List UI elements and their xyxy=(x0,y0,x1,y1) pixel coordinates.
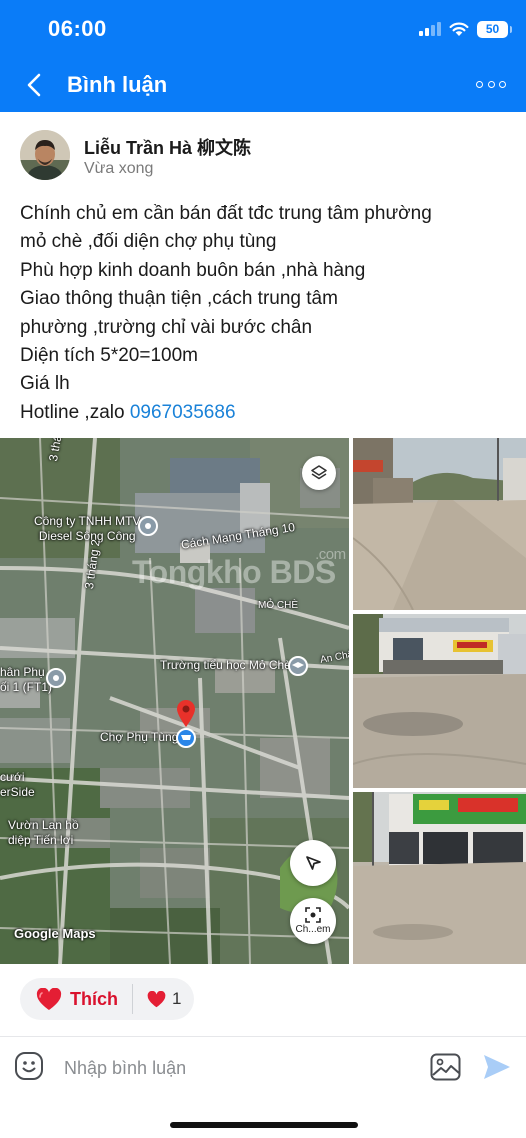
divider xyxy=(0,1036,526,1037)
post-line: Giao thông thuận tiện ,cách trung tâm xyxy=(20,288,338,310)
hotline-label: Hotline ,zalo xyxy=(20,401,130,423)
post-time: Vừa xong xyxy=(84,160,154,177)
reaction-bar: Thích 1 xyxy=(20,978,194,1020)
map-scan-label: Ch...em xyxy=(295,924,331,935)
app-header: 06:00 50 Bình luận xyxy=(0,0,526,112)
reaction-count[interactable]: 1 xyxy=(133,989,181,1009)
post-line: Phù hợp kinh doanh buôn bán ,nhà hàng xyxy=(20,259,366,281)
comment-input[interactable] xyxy=(64,1054,404,1082)
image-icon[interactable] xyxy=(430,1053,461,1081)
house-photo-image xyxy=(353,614,526,788)
heart-icon xyxy=(36,987,62,1010)
author-name[interactable]: Liễu Trần Hà 柳文陈 xyxy=(84,134,251,160)
post-content: Chính chủ em cần bán đất tđc trung tâm p… xyxy=(20,200,516,427)
map-label-school: Trường tiểu học Mỏ Chè xyxy=(160,658,291,672)
map-label-company: Công ty TNHH MTV Diesel Sông Công xyxy=(34,514,141,543)
reaction-count-value: 1 xyxy=(172,989,182,1008)
like-button[interactable]: Thích xyxy=(20,978,132,1020)
map-label-place: Vườn Lan hồ diệp Tiến lợi xyxy=(8,818,79,847)
map-label-market: Chợ Phụ Tùng xyxy=(100,730,179,744)
map-label-place: cưới erSide xyxy=(0,770,35,799)
house-photo[interactable] xyxy=(353,614,526,788)
status-icons: 50 xyxy=(419,19,512,39)
status-time: 06:00 xyxy=(48,16,107,41)
like-label: Thích xyxy=(70,988,118,1009)
layers-icon[interactable] xyxy=(302,456,336,490)
map-scan-button[interactable]: Ch...em xyxy=(290,898,336,944)
map-pin-place-icon xyxy=(46,668,66,688)
emoji-icon[interactable] xyxy=(14,1051,44,1081)
signal-icon xyxy=(419,22,441,36)
watermark-text: Tongkho BDS .com xyxy=(132,546,346,590)
street-photo-image xyxy=(353,438,526,610)
home-indicator xyxy=(170,1122,358,1128)
scan-icon xyxy=(305,907,321,923)
avatar[interactable] xyxy=(20,130,70,180)
location-pin-icon xyxy=(177,700,195,727)
send-icon[interactable] xyxy=(482,1053,512,1081)
phone-link[interactable]: 0967035686 xyxy=(130,402,236,423)
shop-photo-image xyxy=(353,792,526,964)
more-dots-icon[interactable] xyxy=(476,78,506,90)
photo-grid: 3 tháng 2 Công ty TNHH MTV Diesel Sông C… xyxy=(0,438,526,964)
google-maps-logo: Google Maps xyxy=(14,926,96,941)
map-label-place: hân Phụ ối 1 (FT1) xyxy=(0,665,53,694)
battery-icon: 50 xyxy=(477,20,512,38)
street-photo[interactable] xyxy=(353,438,526,610)
school-pin-icon xyxy=(288,656,308,676)
wifi-icon xyxy=(449,22,469,36)
heart-icon xyxy=(147,990,166,1007)
page-title: Bình luận xyxy=(67,72,168,97)
post-line: Giá lh xyxy=(20,373,70,395)
post-line: Chính chủ em cần bán đất tđc trung tâm p… xyxy=(20,203,432,224)
shop-photo[interactable] xyxy=(353,792,526,964)
navigation-arrow-icon[interactable] xyxy=(290,840,336,886)
chevron-left-icon[interactable] xyxy=(24,72,46,98)
map-pin-company-icon xyxy=(138,516,158,536)
post-line: Diện tích 5*20=100m xyxy=(20,345,198,367)
hotline-line: Hotline ,zalo 0967035686 xyxy=(20,399,516,427)
map-label-area: MỎ CHÈ xyxy=(258,600,298,611)
map-photo[interactable]: 3 tháng 2 Công ty TNHH MTV Diesel Sông C… xyxy=(0,438,349,964)
market-pin-icon xyxy=(176,728,196,748)
post-line: mỏ chè ,đối diện chợ phụ tùng xyxy=(20,231,277,253)
post-line: phường ,trường chỉ vài bước chân xyxy=(20,316,313,338)
